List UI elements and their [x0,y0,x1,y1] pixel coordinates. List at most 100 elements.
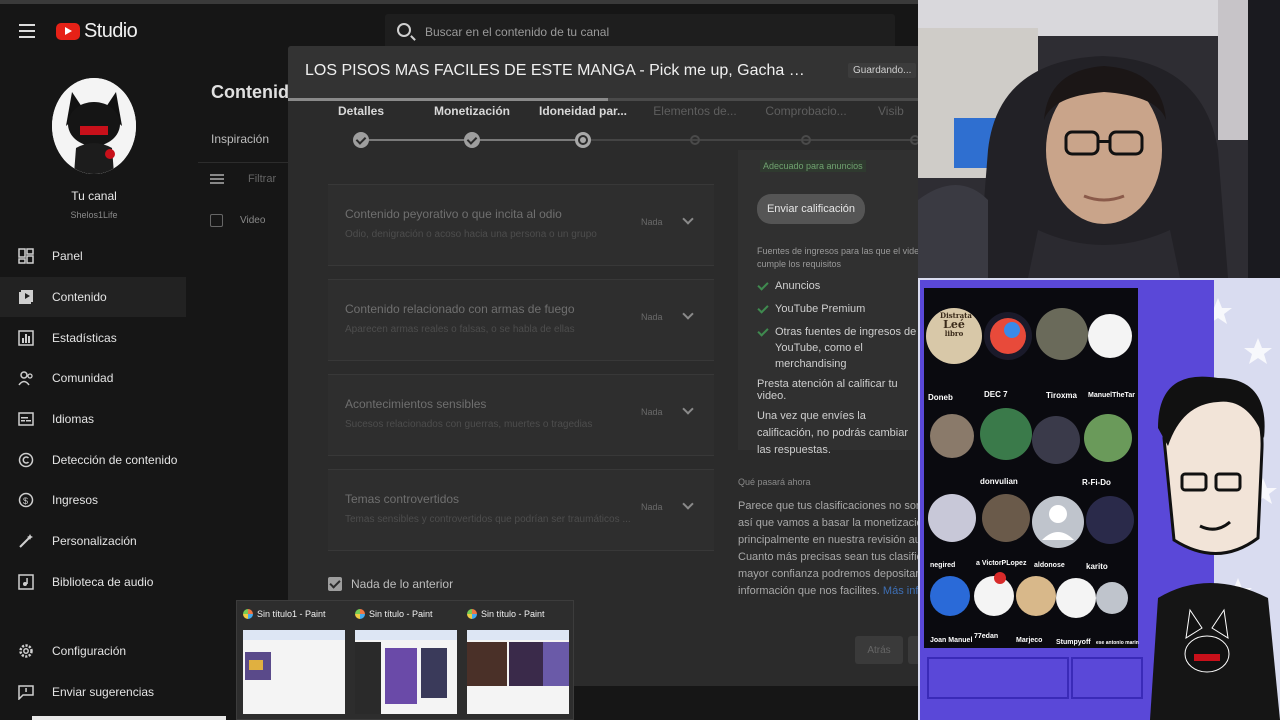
paint-icon [243,609,253,619]
rating-lock-notice: Una vez que envíes la calificación, no p… [757,410,909,456]
step-done-check-icon [353,132,369,148]
page-title: Contenido [211,82,300,102]
step-details[interactable]: Detalles [306,104,416,148]
none-of-the-above-checkbox[interactable]: Nada de lo anterior [328,577,453,591]
webcam-image [918,0,1280,278]
step-label: Elementos de... [653,104,737,118]
dialog-header: LOS PISOS MAS FACILES DE ESTE MANGA - Pi… [288,46,918,98]
analytics-icon [18,329,34,346]
sidebar-item-content[interactable]: Contenido [0,276,186,318]
menu-icon[interactable] [19,24,35,38]
taskbar-preview-paint-3[interactable]: Sin título - Paint [467,607,571,714]
studio-logo[interactable]: Studio [56,20,138,43]
sidebar-item-label: Detección de contenido [52,452,178,467]
content-icon [18,289,34,305]
step-label: Visib [878,104,904,118]
channel-title: Tu canal [71,189,117,203]
paint-icon [467,609,477,619]
learn-more-link[interactable]: Más informa [883,585,918,597]
step-current-icon [575,132,591,148]
filter-icon[interactable] [210,174,224,184]
check-icon [757,326,767,336]
audio-library-icon [18,574,34,590]
step-pending-icon [801,135,811,145]
revenue-item-label: Otras fuentes de ingresos de YouTube, co… [775,326,917,370]
paint-icon [355,609,365,619]
category-value: Nada [641,217,663,227]
upload-progress-fill [288,98,608,101]
logo-text: Studio [84,20,138,42]
list-item: Otras fuentes de ingresos de YouTube, co… [757,324,918,372]
search-input[interactable] [425,22,865,42]
sidebar-item-label: Panel [52,249,83,264]
back-button[interactable]: Atrás [855,636,903,664]
none-of-the-above-label: Nada de lo anterior [351,577,454,591]
monetization-icon: $ [18,492,34,508]
customization-icon [18,533,34,549]
sidebar-item-analytics[interactable]: Estadísticas [0,317,186,358]
viewer-name: R-Fi-Do [1082,478,1111,487]
select-all-checkbox[interactable] [210,214,223,227]
chevron-down-icon[interactable] [682,213,694,225]
category-firearms[interactable]: Contenido relacionado con armas de fuego… [328,279,714,361]
sidebar-item-languages[interactable]: Idiomas [0,399,186,440]
step-checks[interactable]: Comprobacio... [751,104,861,145]
step-label: Comprobacio... [765,104,847,118]
ads-suitable-badge: Adecuado para anuncios [760,160,866,172]
search-bar[interactable] [385,14,895,50]
subtitles-icon [18,411,34,427]
sidebar-item-feedback[interactable]: Enviar sugerencias [0,672,186,713]
viewer-name: negired [930,562,956,569]
sidebar-item-label: Comunidad [52,371,114,386]
category-hateful-content[interactable]: Contenido peyorativo o que incita al odi… [328,184,714,266]
step-pending-icon [910,135,918,145]
what-next-line: Parece que tus clasificaciones no son mu… [738,500,918,512]
step-monetization[interactable]: Monetización [417,104,527,148]
channel-avatar[interactable] [52,78,136,174]
sidebar-item-panel[interactable]: Panel [0,236,186,277]
step-ad-suitability[interactable]: Idoneidad par... [528,104,638,148]
checkbox-checked-icon[interactable] [328,577,342,591]
step-visibility[interactable]: Visib [878,104,918,145]
category-controversial-issues[interactable]: Temas controvertidos Temas sensibles y c… [328,469,714,551]
taskbar-active-indicator [32,716,226,720]
preview-thumbnail [243,630,345,714]
sidebar-item-settings[interactable]: Configuración [0,631,186,672]
step-done-check-icon [464,132,480,148]
sidebar-item-customization[interactable]: Personalización [0,521,186,562]
sidebar-item-community[interactable]: Comunidad [0,358,186,399]
list-item: Anuncios [757,278,918,294]
category-sensitive-events[interactable]: Acontecimientos sensibles Sucesos relaci… [328,374,714,456]
taskbar-preview-paint-1[interactable]: Sin título1 - Paint [243,607,347,714]
viewer-name: 77edan [974,633,999,640]
sidebar-nav: Panel Contenido Estadísticas Comunidad I… [0,236,186,602]
preview-title: Sin título1 - Paint [257,609,326,619]
stepper-line-future [583,139,918,141]
chevron-down-icon[interactable] [682,308,694,320]
what-next-line: así que vamos a basar la monetización de… [738,517,918,529]
viewer-name: Doneb [928,393,953,402]
gear-icon [18,643,34,659]
sidebar-item-audio-library[interactable]: Biblioteca de audio [0,562,186,603]
youtube-play-icon [56,23,80,40]
next-button[interactable] [908,636,918,664]
viewer-name: Joan Manuel [930,637,973,644]
taskbar-preview-paint-2[interactable]: Sin título - Paint [355,607,459,714]
tab-inspiration[interactable]: Inspiración [211,132,269,146]
sidebar-item-copyright[interactable]: Detección de contenido [0,439,186,480]
submit-rating-button[interactable]: Enviar calificación [757,194,865,224]
chevron-down-icon[interactable] [682,403,694,415]
webcam-feed [918,0,1280,278]
sidebar-item-earn[interactable]: $ Ingresos [0,480,186,521]
sidebar-item-label: Biblioteca de audio [52,574,154,589]
chevron-down-icon[interactable] [682,498,694,510]
check-icon [757,303,767,313]
filter-label[interactable]: Filtrar [248,173,276,185]
preview-title: Sin título - Paint [369,609,433,619]
step-video-elements[interactable]: Elementos de... [640,104,750,145]
sidebar-item-label: Ingresos [52,493,99,508]
viewer-name: Tiroxma [1046,391,1077,400]
svg-text:$: $ [23,496,28,506]
what-next-heading: Qué pasará ahora [738,477,811,487]
search-icon[interactable] [397,23,411,37]
